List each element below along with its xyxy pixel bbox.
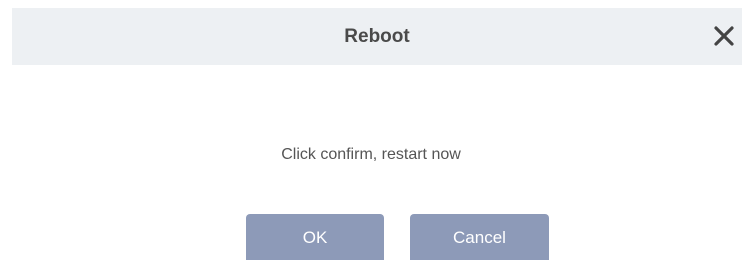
- dialog-title: Reboot: [344, 26, 410, 47]
- close-icon: [714, 26, 734, 46]
- reboot-dialog: Reboot Click confirm, restart now OK Can…: [0, 0, 742, 260]
- ok-button[interactable]: OK: [246, 214, 384, 260]
- cancel-button[interactable]: Cancel: [410, 214, 549, 260]
- dialog-title-bar: Reboot: [12, 8, 742, 65]
- close-button[interactable]: [710, 22, 738, 50]
- dialog-message: Click confirm, restart now: [281, 146, 461, 163]
